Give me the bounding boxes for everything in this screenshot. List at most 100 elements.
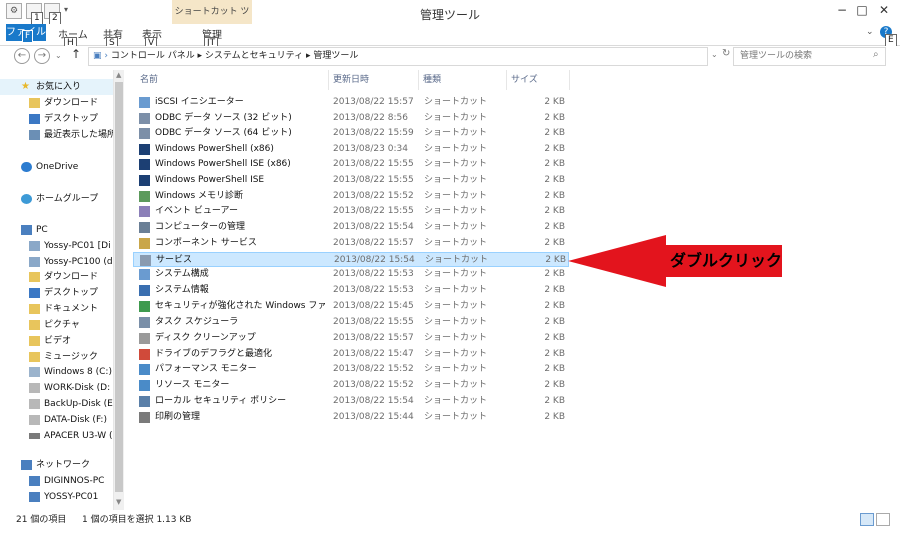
up-button[interactable]: ↑	[71, 47, 81, 61]
shortcut-icon	[139, 97, 150, 108]
column-size[interactable]: サイズ	[507, 70, 570, 90]
ribbon-expand-icon[interactable]: ⌄	[866, 27, 874, 37]
resource-monitor-icon	[139, 380, 150, 391]
nav-item-favorites[interactable]: ★ お気に入り	[0, 79, 113, 95]
scroll-up-icon[interactable]: ▲	[116, 71, 121, 79]
memory-diagnostic-icon	[139, 191, 150, 202]
powershell-icon	[139, 159, 150, 170]
powershell-icon	[139, 144, 150, 155]
event-viewer-icon	[139, 206, 150, 217]
system-info-icon	[139, 285, 150, 296]
nav-item-network-pc[interactable]: DIGINNOS-PC	[0, 473, 113, 489]
nav-item-network-drive[interactable]: Yossy-PC01 [Di	[0, 238, 113, 254]
nav-item-drive[interactable]: DATA-Disk (F:)	[0, 412, 113, 428]
performance-monitor-icon	[139, 364, 150, 375]
file-row[interactable]: ディスク クリーンアップ 2013/08/22 15:57 ショートカット 2 KB	[133, 331, 569, 346]
status-bar: 21 個の項目 1 個の項目を選択 1.13 KB	[0, 510, 900, 533]
file-row[interactable]: ローカル セキュリティ ポリシー 2013/08/22 15:54 ショートカット 2…	[133, 394, 569, 409]
column-date[interactable]: 更新日時	[329, 70, 419, 90]
nav-item-network[interactable]: ネットワーク	[0, 457, 113, 473]
search-input[interactable]: 管理ツールの検索	[733, 47, 886, 66]
file-row[interactable]: Windows PowerShell ISE (x86) 2013/08/22 1…	[133, 157, 569, 172]
file-row[interactable]: iSCSI イニシエーター 2013/08/22 15:57 ショートカット 2 KB	[133, 95, 569, 110]
address-bar[interactable]: ▣ › コントロール パネル ▸ システムとセキュリティ ▸ 管理ツール	[88, 47, 708, 66]
scroll-thumb[interactable]	[115, 82, 123, 492]
nav-scrollbar[interactable]: ▲ ▼	[113, 70, 124, 510]
shortcut-icon	[139, 128, 150, 139]
close-button[interactable]: ✕	[872, 0, 896, 20]
file-row[interactable]: ドライブのデフラグと最適化 2013/08/22 15:47 ショートカット 2 KB	[133, 347, 569, 362]
nav-item-recent[interactable]: 最近表示した場所	[0, 127, 113, 143]
defrag-icon	[139, 349, 150, 360]
file-row-selected[interactable]: サービス 2013/08/22 15:54 ショートカット 2 KB	[133, 252, 569, 267]
nav-item-homegroup[interactable]: ホームグループ	[0, 191, 113, 207]
file-row[interactable]: セキュリティが強化された Windows ファイア...2013/08/22 1…	[133, 299, 569, 314]
firewall-icon	[139, 301, 150, 312]
column-type[interactable]: 種類	[419, 70, 507, 90]
recent-locations-icon[interactable]: ⌄	[55, 51, 62, 60]
desktop-icon	[29, 288, 40, 298]
usb-drive-icon	[29, 433, 40, 439]
annotation-label: ダブルクリック	[669, 251, 782, 270]
desktop-icon	[29, 114, 40, 124]
drive-icon	[29, 415, 40, 425]
file-row[interactable]: Windows PowerShell (x86) 2013/08/23 0:34 シ…	[133, 142, 569, 157]
file-row[interactable]: コンピューターの管理 2013/08/22 15:54 ショートカット 2 KB	[133, 220, 569, 235]
minimize-button[interactable]: −	[832, 0, 852, 20]
keytip-file: F	[22, 30, 34, 43]
nav-item-drive[interactable]: BackUp-Disk (E	[0, 396, 113, 412]
file-row[interactable]: ODBC データ ソース (32 ビット) 2013/08/22 8:56 ショート…	[133, 111, 569, 126]
search-icon: ⌕	[873, 49, 879, 60]
nav-item-videos[interactable]: ビデオ	[0, 333, 113, 349]
back-button[interactable]: ←	[14, 48, 30, 64]
security-policy-icon	[139, 396, 150, 407]
nav-item-downloads[interactable]: ダウンロード	[0, 95, 113, 111]
nav-item-drive[interactable]: WORK-Disk (D:	[0, 380, 113, 396]
nav-item-music[interactable]: ミュージック	[0, 349, 113, 365]
file-row[interactable]: リソース モニター 2013/08/22 15:52 ショートカット 2 KB	[133, 378, 569, 393]
homegroup-icon	[21, 194, 32, 204]
selection-info: 1 個の項目を選択 1.13 KB	[82, 515, 192, 525]
context-tab-shortcut-tools[interactable]: ショートカット ツール	[172, 0, 252, 41]
file-row[interactable]: Windows PowerShell ISE 2013/08/22 15:55 ショ…	[133, 173, 569, 188]
address-dropdown-icon[interactable]: ⌄	[711, 50, 718, 59]
details-view-button[interactable]	[860, 513, 874, 526]
file-row[interactable]: パフォーマンス モニター 2013/08/22 15:52 ショートカット 2 KB	[133, 362, 569, 377]
powershell-icon	[139, 175, 150, 186]
large-icons-view-button[interactable]	[876, 513, 890, 526]
file-row[interactable]: タスク スケジューラ 2013/08/22 15:55 ショートカット 2 KB	[133, 315, 569, 330]
nav-item-desktop[interactable]: デスクトップ	[0, 111, 113, 127]
task-scheduler-icon	[139, 317, 150, 328]
file-row[interactable]: Windows メモリ診断 2013/08/22 15:52 ショートカット 2 KB	[133, 189, 569, 204]
file-row[interactable]: システム情報 2013/08/22 15:53 ショートカット 2 KB	[133, 283, 569, 298]
recent-places-icon	[29, 130, 40, 140]
print-management-icon	[139, 412, 150, 423]
file-row[interactable]: ODBC データ ソース (64 ビット) 2013/08/22 15:59 ショー…	[133, 126, 569, 141]
nav-item-documents[interactable]: ドキュメント	[0, 301, 113, 317]
file-row[interactable]: イベント ビューアー 2013/08/22 15:55 ショートカット 2 KB	[133, 204, 569, 219]
scroll-down-icon[interactable]: ▼	[116, 498, 121, 506]
nav-item-usb-drive[interactable]: APACER U3-W (	[0, 428, 113, 444]
nav-item-pictures[interactable]: ピクチャ	[0, 317, 113, 333]
nav-item-desktop[interactable]: デスクトップ	[0, 285, 113, 301]
file-row[interactable]: 印刷の管理 2013/08/22 15:44 ショートカット 2 KB	[133, 410, 569, 425]
shortcut-icon	[139, 113, 150, 124]
file-row[interactable]: コンポーネント サービス 2013/08/22 15:57 ショートカット 2 KB	[133, 236, 569, 251]
star-icon: ★	[21, 81, 30, 92]
nav-item-network-drive[interactable]: Yossy-PC100 (d	[0, 254, 113, 270]
nav-item-pc[interactable]: PC	[0, 222, 113, 238]
maximize-button[interactable]: □	[852, 0, 872, 20]
nav-item-drive[interactable]: Windows 8 (C:)	[0, 364, 113, 380]
services-gear-icon	[140, 255, 151, 266]
navigation-pane: ★ お気に入り ダウンロード デスクトップ 最近表示した場所 OneDrive …	[0, 70, 124, 510]
videos-folder-icon	[29, 336, 40, 346]
computer-icon	[29, 476, 40, 486]
refresh-icon[interactable]: ↻	[722, 48, 730, 59]
pictures-folder-icon	[29, 320, 40, 330]
nav-item-downloads[interactable]: ダウンロード	[0, 269, 113, 285]
nav-item-network-pc[interactable]: YOSSY-PC01	[0, 489, 113, 505]
column-name[interactable]: 名前	[136, 70, 329, 90]
forward-button[interactable]: →	[34, 48, 50, 64]
file-row[interactable]: システム構成 2013/08/22 15:53 ショートカット 2 KB	[133, 267, 569, 282]
nav-item-onedrive[interactable]: OneDrive	[0, 159, 113, 175]
